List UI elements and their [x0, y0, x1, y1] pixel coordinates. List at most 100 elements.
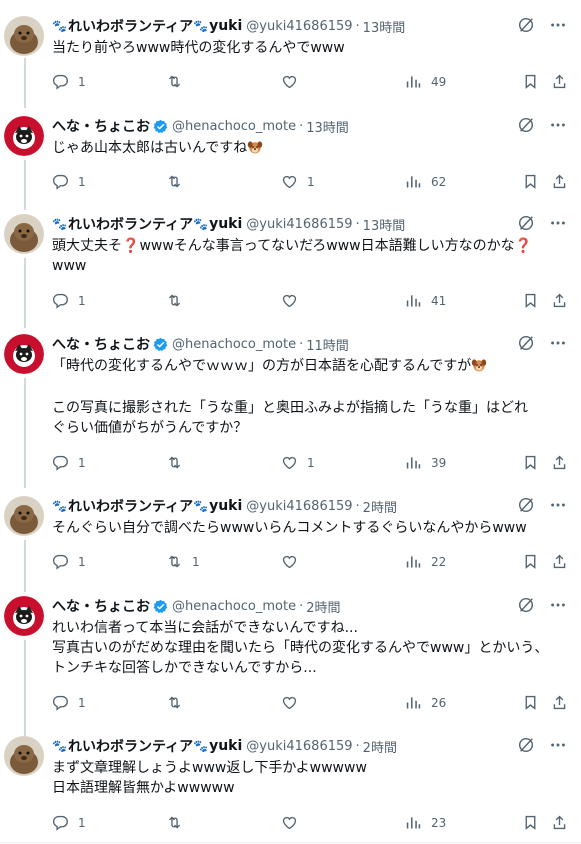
display-name-suffix[interactable]: yuki [209, 18, 242, 34]
display-name[interactable]: れいわボランティア [68, 496, 193, 516]
reply-button[interactable]: 1 [52, 173, 86, 190]
display-name[interactable]: へな・ちょこお [52, 334, 150, 354]
user-handle[interactable]: @yuki41686159 [246, 19, 352, 34]
like-button[interactable] [281, 553, 307, 570]
timestamp[interactable]: 13時間 [363, 17, 406, 36]
grok-icon[interactable] [517, 596, 535, 618]
repost-button[interactable] [166, 454, 192, 471]
share-button[interactable] [551, 292, 568, 309]
share-button[interactable] [551, 454, 568, 471]
heart-icon [282, 75, 297, 89]
user-handle[interactable]: @henachoco_mote [172, 599, 296, 614]
user-handle[interactable]: @yuki41686159 [246, 499, 352, 514]
reply-button[interactable]: 1 [52, 814, 86, 831]
grok-icon[interactable] [517, 496, 535, 518]
display-name[interactable]: れいわボランティア [68, 214, 193, 234]
bookmark-button[interactable] [522, 173, 539, 190]
display-name-suffix[interactable]: yuki [209, 738, 242, 754]
more-icon[interactable] [549, 334, 567, 356]
share-button[interactable] [551, 553, 568, 570]
views-button[interactable]: 39 [405, 454, 446, 471]
more-icon[interactable] [549, 214, 567, 236]
avatar[interactable] [4, 214, 44, 254]
repost-button[interactable] [166, 73, 192, 90]
reply-button[interactable]: 1 [52, 73, 86, 90]
bookmark-button[interactable] [522, 553, 539, 570]
repost-icon [168, 696, 181, 709]
user-handle[interactable]: @henachoco_mote [172, 119, 296, 134]
views-button[interactable]: 49 [405, 73, 446, 90]
more-icon[interactable] [549, 736, 567, 758]
like-button[interactable]: 1 [281, 173, 315, 190]
share-button[interactable] [551, 73, 568, 90]
avatar[interactable] [4, 116, 44, 156]
tweet[interactable]: へな・ちょこお @henachoco_mote · 11時間 「時代の変化するん… [0, 334, 581, 494]
user-handle[interactable]: @yuki41686159 [246, 217, 352, 232]
repost-button[interactable] [166, 292, 192, 309]
timestamp[interactable]: 2時間 [363, 737, 397, 756]
views-button[interactable]: 23 [405, 814, 446, 831]
display-name[interactable]: へな・ちょこお [52, 116, 150, 136]
tweet[interactable]: 🐾 れいわボランティア 🐾 yuki @yuki41686159 · 13時間 … [0, 16, 581, 116]
views-button[interactable]: 41 [405, 292, 446, 309]
tweet[interactable]: へな・ちょこお @henachoco_mote · 13時間 じゃあ山本太郎は古… [0, 116, 581, 214]
grok-icon[interactable] [517, 16, 535, 38]
reply-button[interactable]: 1 [52, 292, 86, 309]
share-button[interactable] [551, 173, 568, 190]
reply-button[interactable]: 1 [52, 553, 86, 570]
timestamp[interactable]: 13時間 [363, 215, 406, 234]
repost-button[interactable] [166, 814, 192, 831]
like-button[interactable] [281, 694, 307, 711]
like-button[interactable] [281, 814, 307, 831]
display-name[interactable]: れいわボランティア [68, 16, 193, 36]
grok-icon[interactable] [517, 116, 535, 138]
more-icon[interactable] [549, 116, 567, 138]
reply-button[interactable]: 1 [52, 454, 86, 471]
tweet-actions: 1 1 22 [52, 553, 567, 573]
share-button[interactable] [551, 694, 568, 711]
timestamp[interactable]: 2時間 [363, 497, 397, 516]
tweet[interactable]: へな・ちょこお @henachoco_mote · 2時間 れいわ信者って本当に… [0, 596, 581, 736]
repost-button[interactable] [166, 694, 192, 711]
display-name-suffix[interactable]: yuki [209, 216, 242, 232]
user-handle[interactable]: @yuki41686159 [246, 739, 352, 754]
display-name-suffix[interactable]: yuki [209, 498, 242, 514]
more-icon[interactable] [549, 16, 567, 38]
like-button[interactable] [281, 73, 307, 90]
tweet-header: 🐾 れいわボランティア 🐾 yuki @yuki41686159 · 2時間 [52, 496, 397, 516]
repost-button[interactable] [166, 173, 192, 190]
avatar[interactable] [4, 596, 44, 636]
more-icon[interactable] [549, 596, 567, 618]
avatar[interactable] [4, 496, 44, 536]
avatar[interactable] [4, 334, 44, 374]
bookmark-button[interactable] [522, 454, 539, 471]
display-name[interactable]: へな・ちょこお [52, 596, 150, 616]
tweet[interactable]: 🐾 れいわボランティア 🐾 yuki @yuki41686159 · 2時間 そ… [0, 496, 581, 596]
bookmark-button[interactable] [522, 814, 539, 831]
avatar[interactable] [4, 736, 44, 776]
more-icon[interactable] [549, 496, 567, 518]
tweet[interactable]: 🐾 れいわボランティア 🐾 yuki @yuki41686159 · 2時間 ま… [0, 736, 581, 844]
like-button[interactable]: 1 [281, 454, 315, 471]
views-button[interactable]: 26 [405, 694, 446, 711]
timestamp[interactable]: 13時間 [306, 117, 349, 136]
views-button[interactable]: 62 [405, 173, 446, 190]
grok-icon[interactable] [517, 214, 535, 236]
like-button[interactable] [281, 292, 307, 309]
timestamp[interactable]: 11時間 [306, 335, 349, 354]
reply-button[interactable]: 1 [52, 694, 86, 711]
avatar[interactable] [4, 16, 44, 56]
bookmark-button[interactable] [522, 694, 539, 711]
share-button[interactable] [551, 814, 568, 831]
tweet[interactable]: 🐾 れいわボランティア 🐾 yuki @yuki41686159 · 13時間 … [0, 214, 581, 334]
bookmark-button[interactable] [522, 73, 539, 90]
grok-icon[interactable] [517, 736, 535, 758]
grok-icon[interactable] [517, 334, 535, 356]
timestamp[interactable]: 2時間 [306, 597, 340, 616]
bookmark-button[interactable] [522, 292, 539, 309]
separator-dot: · [299, 118, 304, 134]
repost-button[interactable]: 1 [166, 553, 200, 570]
user-handle[interactable]: @henachoco_mote [172, 337, 296, 352]
views-button[interactable]: 22 [405, 553, 446, 570]
display-name[interactable]: れいわボランティア [68, 736, 193, 756]
